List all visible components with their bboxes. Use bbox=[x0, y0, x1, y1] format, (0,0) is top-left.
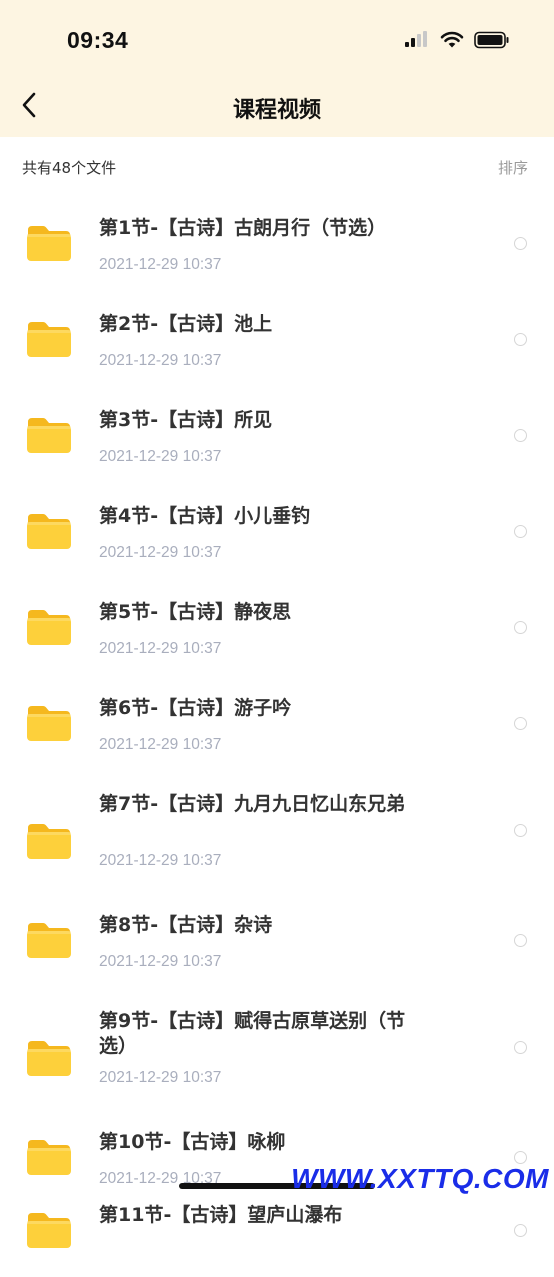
list-item[interactable]: 第6节-【古诗】游子吟 2021-12-29 10:37 bbox=[0, 680, 554, 770]
folder-icon bbox=[26, 1039, 72, 1077]
file-title: 第4节-【古诗】小儿垂钓 bbox=[99, 505, 311, 527]
list-item[interactable]: 第5节-【古诗】静夜思 2021-12-29 10:37 bbox=[0, 584, 554, 674]
folder-icon bbox=[26, 608, 72, 646]
select-radio[interactable] bbox=[514, 1224, 527, 1237]
file-date: 2021-12-29 10:37 bbox=[99, 736, 222, 753]
battery-icon bbox=[474, 31, 510, 53]
folder-icon bbox=[26, 822, 72, 860]
folder-icon bbox=[26, 416, 72, 454]
file-date: 2021-12-29 10:37 bbox=[99, 1069, 222, 1086]
list-item[interactable]: 第1节-【古诗】古朗月行（节选） 2021-12-29 10:37 bbox=[0, 200, 554, 290]
file-title: 第5节-【古诗】静夜思 bbox=[99, 601, 292, 623]
list-item[interactable]: 第9节-【古诗】赋得古原草送别（节选） 2021-12-29 10:37 bbox=[0, 993, 554, 1103]
file-date: 2021-12-29 10:37 bbox=[99, 544, 222, 561]
status-time: 09:34 bbox=[67, 27, 129, 53]
list-item[interactable]: 第4节-【古诗】小儿垂钓 2021-12-29 10:37 bbox=[0, 488, 554, 578]
file-title: 第11节-【古诗】望庐山瀑布 bbox=[99, 1204, 343, 1226]
folder-icon bbox=[26, 512, 72, 550]
file-title: 第2节-【古诗】池上 bbox=[99, 313, 273, 335]
file-date: 2021-12-29 10:37 bbox=[99, 352, 222, 369]
page-title: 课程视频 bbox=[232, 98, 321, 123]
list-item[interactable]: 第8节-【古诗】杂诗 2021-12-29 10:37 bbox=[0, 897, 554, 987]
select-radio[interactable] bbox=[514, 717, 527, 730]
watermark: WWW.XXTTQ.COM bbox=[291, 1163, 549, 1194]
file-date: 2021-12-29 10:37 bbox=[99, 953, 222, 970]
folder-icon bbox=[26, 224, 72, 262]
file-title: 第9节-【古诗】赋得古原草送别（节选） bbox=[99, 1010, 406, 1057]
list-item[interactable]: 第3节-【古诗】所见 2021-12-29 10:37 bbox=[0, 392, 554, 482]
file-title: 第10节-【古诗】咏柳 bbox=[99, 1131, 286, 1153]
file-date: 2021-12-29 10:37 bbox=[99, 852, 222, 869]
file-title: 第8节-【古诗】杂诗 bbox=[99, 914, 273, 936]
file-title: 第1节-【古诗】古朗月行（节选） bbox=[99, 217, 387, 239]
select-radio[interactable] bbox=[514, 824, 527, 837]
file-date: 2021-12-29 10:37 bbox=[99, 256, 222, 273]
file-title: 第3节-【古诗】所见 bbox=[99, 409, 273, 431]
cellular-signal-icon bbox=[404, 31, 430, 53]
sort-button[interactable]: 排序 bbox=[498, 157, 528, 178]
select-radio[interactable] bbox=[514, 1041, 527, 1054]
list-item[interactable]: 第11节-【古诗】望庐山瀑布 bbox=[0, 1187, 554, 1277]
header: 09:34 课程视频 bbox=[0, 0, 554, 137]
list-toolbar: 共有48个文件 排序 bbox=[0, 137, 554, 197]
folder-icon bbox=[26, 921, 72, 959]
file-date: 2021-12-29 10:37 bbox=[99, 448, 222, 465]
file-count: 共有48个文件 bbox=[22, 159, 117, 177]
folder-icon bbox=[26, 704, 72, 742]
folder-icon bbox=[26, 1211, 72, 1249]
file-date: 2021-12-29 10:37 bbox=[99, 640, 222, 657]
status-icons bbox=[404, 30, 510, 54]
file-title: 第7节-【古诗】九月九日忆山东兄弟 bbox=[99, 793, 406, 815]
select-radio[interactable] bbox=[514, 333, 527, 346]
select-radio[interactable] bbox=[514, 237, 527, 250]
folder-icon bbox=[26, 1138, 72, 1176]
select-radio[interactable] bbox=[514, 429, 527, 442]
list-item[interactable]: 第7节-【古诗】九月九日忆山东兄弟 2021-12-29 10:37 bbox=[0, 776, 554, 886]
file-title: 第6节-【古诗】游子吟 bbox=[99, 697, 292, 719]
wifi-icon bbox=[440, 31, 464, 53]
folder-icon bbox=[26, 320, 72, 358]
list-item[interactable]: 第2节-【古诗】池上 2021-12-29 10:37 bbox=[0, 296, 554, 386]
select-radio[interactable] bbox=[514, 621, 527, 634]
select-radio[interactable] bbox=[514, 525, 527, 538]
select-radio[interactable] bbox=[514, 934, 527, 947]
